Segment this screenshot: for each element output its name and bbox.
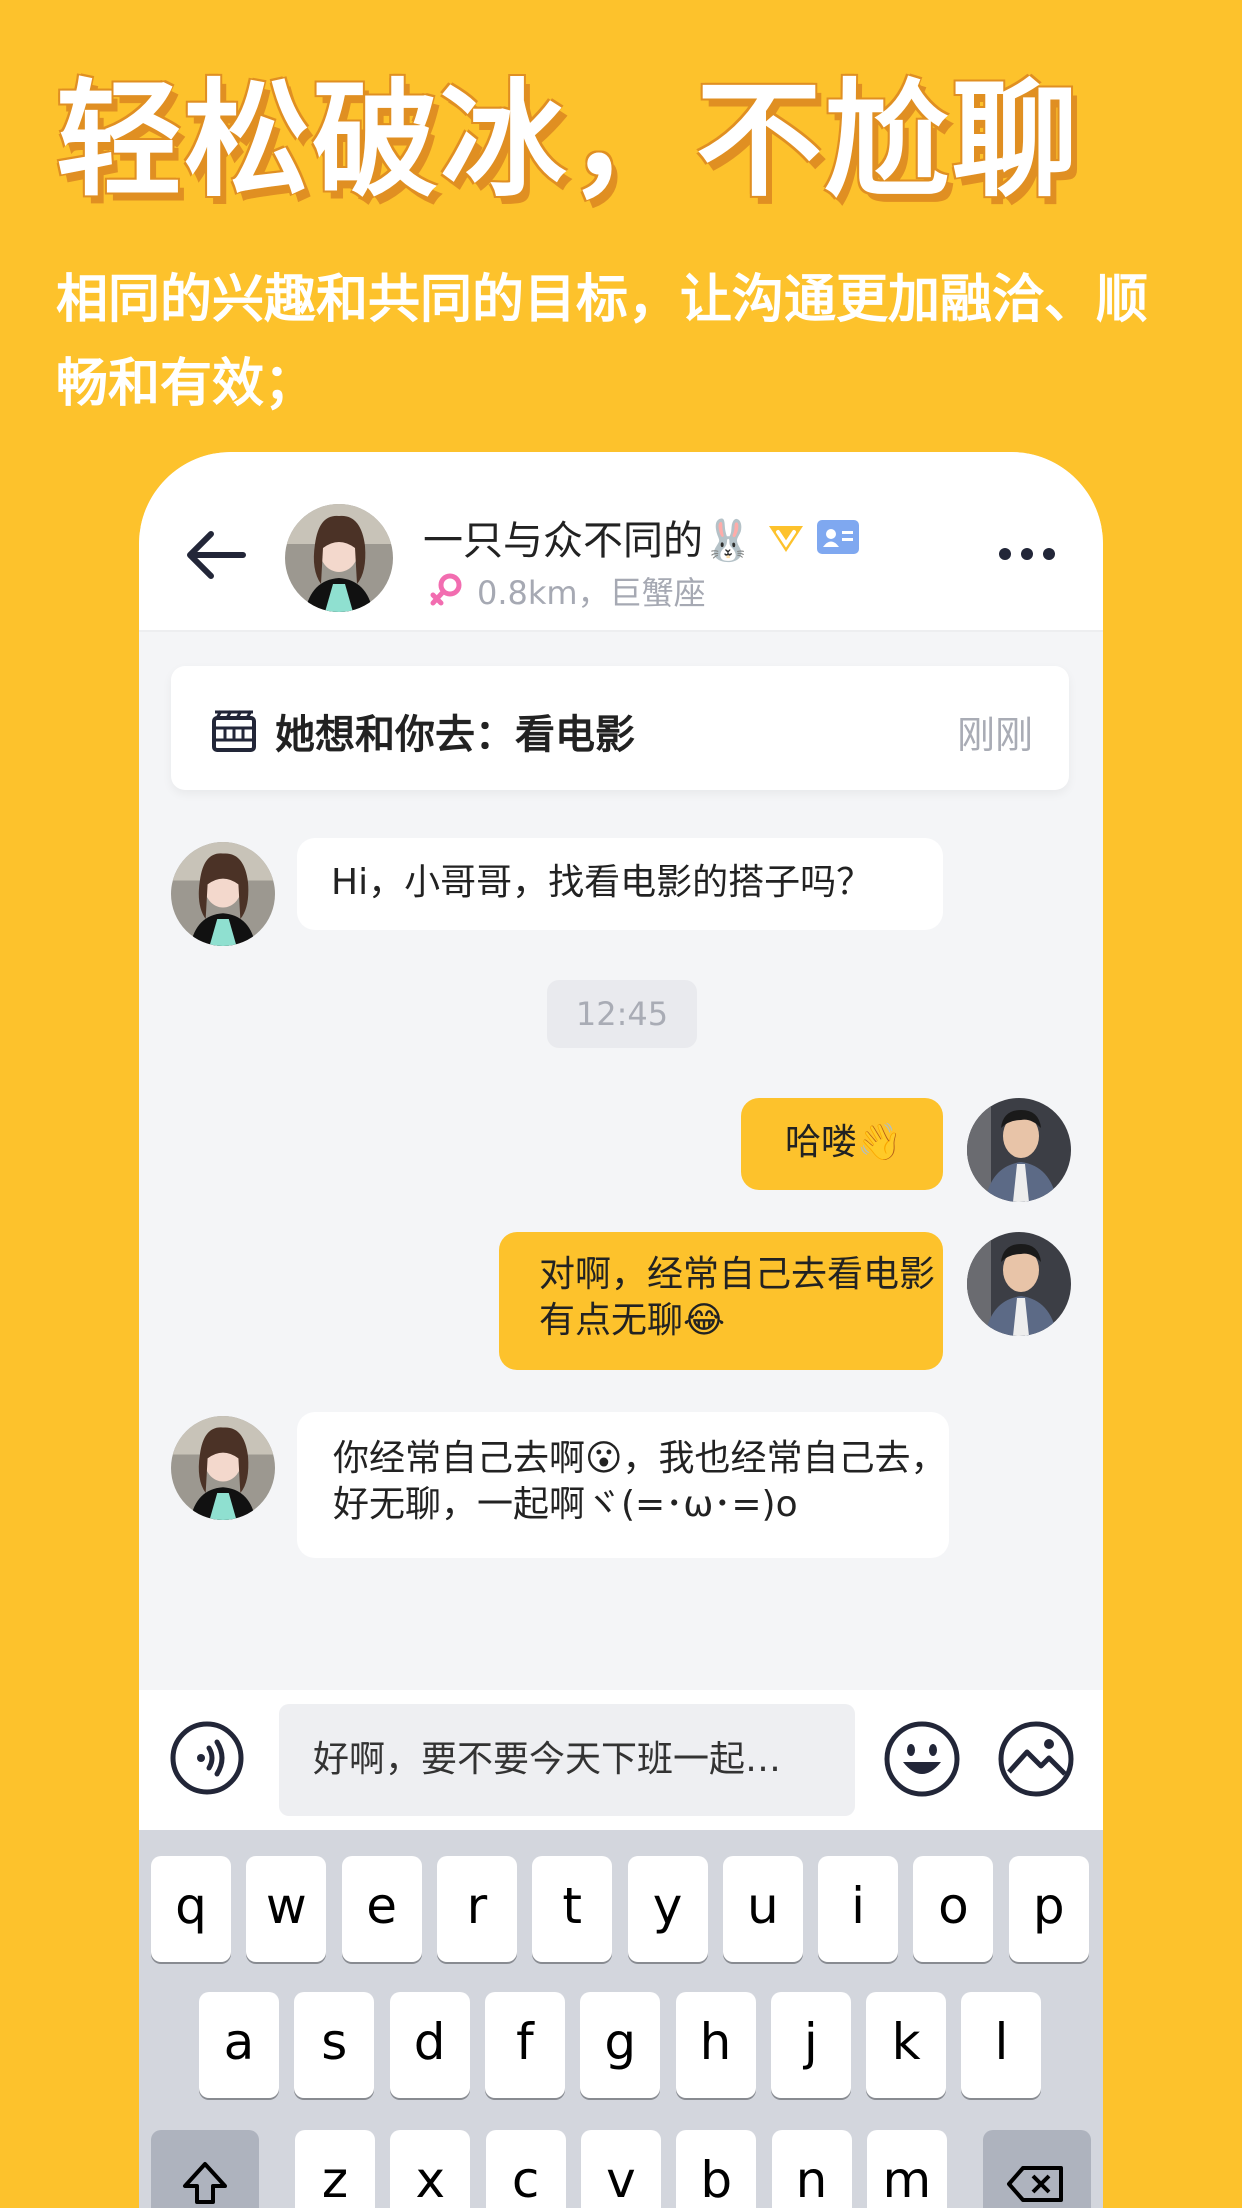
key-v[interactable]: v	[580, 2130, 661, 2208]
contact-name: 一只与众不同的🐰	[423, 518, 753, 564]
backspace-key[interactable]	[983, 2130, 1091, 2208]
back-arrow-icon[interactable]	[185, 530, 247, 580]
contact-message-avatar[interactable]	[171, 1416, 275, 1520]
message-text: 哈喽👋	[785, 1122, 902, 1163]
promo-headline: 轻松破冰，不尬聊	[56, 67, 1080, 214]
activity-time: 刚刚	[956, 713, 1033, 757]
key-i[interactable]: i	[818, 1856, 899, 1962]
key-b[interactable]: b	[676, 2130, 757, 2208]
key-k[interactable]: k	[866, 1992, 947, 2098]
key-e[interactable]: e	[341, 1856, 422, 1962]
key-c[interactable]: c	[485, 2130, 566, 2208]
female-icon	[430, 573, 462, 606]
message-text: Hi，小哥哥，找看电影的搭子吗？	[331, 862, 873, 903]
vip-badge-icon	[768, 526, 803, 552]
message-input[interactable]: 好啊，要不要今天下班一起…	[279, 1704, 855, 1816]
promo-subline: 相同的兴趣和共同的目标，让沟通更加融洽、顺畅和有效；	[56, 270, 1149, 414]
key-z[interactable]: z	[295, 2130, 375, 2208]
chat-input-bar: 好啊，要不要今天下班一起…	[139, 1690, 1103, 1830]
activity-text: 她想和你去：看电影	[275, 712, 635, 758]
key-m[interactable]: m	[866, 2130, 947, 2208]
chat-header: 一只与众不同的🐰 0.8km，巨蟹座	[139, 452, 1103, 632]
key-y[interactable]: y	[627, 1856, 708, 1962]
id-verified-icon	[816, 520, 859, 554]
contact-avatar[interactable]	[285, 504, 393, 612]
on-screen-keyboard: qwertyuiop asdfghjkl zxcvbnm	[139, 1830, 1103, 2208]
activity-card[interactable]: 她想和你去：看电影 刚刚	[171, 666, 1069, 790]
voice-input-icon[interactable]	[169, 1720, 245, 1796]
contact-name-row: 一只与众不同的🐰	[423, 508, 859, 566]
user-message-avatar[interactable]	[967, 1232, 1071, 1336]
key-f[interactable]: f	[484, 1992, 565, 2098]
key-o[interactable]: o	[913, 1856, 994, 1962]
distance-sign-text: 0.8km，巨蟹座	[477, 574, 706, 612]
key-x[interactable]: x	[390, 2130, 471, 2208]
key-w[interactable]: w	[246, 1856, 327, 1962]
key-l[interactable]: l	[961, 1992, 1042, 2098]
key-r[interactable]: r	[436, 1856, 517, 1962]
phone-screen: 一只与众不同的🐰 0.8km，巨蟹座 她想和你去：看电影 刚刚 Hi，小哥哥，找…	[139, 452, 1103, 2208]
key-p[interactable]: p	[1008, 1856, 1089, 1962]
key-u[interactable]: u	[722, 1856, 803, 1962]
key-s[interactable]: s	[294, 1992, 375, 2098]
message-text: 你经常自己去啊😮，我也经常自己去，好无聊，一起啊ヾ(=･ω･=)o	[333, 1438, 947, 1525]
film-icon	[212, 710, 256, 752]
key-t[interactable]: t	[532, 1856, 613, 1962]
key-q[interactable]: q	[151, 1856, 231, 1962]
message-bubble-incoming[interactable]: Hi，小哥哥，找看电影的搭子吗？	[297, 838, 943, 930]
emoji-icon[interactable]	[883, 1720, 961, 1798]
contact-message-avatar[interactable]	[171, 842, 275, 946]
key-j[interactable]: j	[770, 1992, 851, 2098]
more-options-icon[interactable]	[999, 548, 1055, 564]
message-bubble-incoming[interactable]: 你经常自己去啊😮，我也经常自己去，好无聊，一起啊ヾ(=･ω･=)o	[297, 1412, 949, 1558]
key-d[interactable]: d	[389, 1992, 470, 2098]
image-picker-icon[interactable]	[997, 1720, 1075, 1798]
message-bubble-outgoing[interactable]: 哈喽👋	[741, 1098, 943, 1190]
key-a[interactable]: a	[199, 1992, 279, 2098]
key-h[interactable]: h	[675, 1992, 756, 2098]
message-text: 对啊，经常自己去看电影有点无聊😂	[539, 1254, 936, 1341]
key-g[interactable]: g	[580, 1992, 661, 2098]
message-bubble-outgoing[interactable]: 对啊，经常自己去看电影有点无聊😂	[499, 1232, 943, 1370]
message-timestamp: 12:45	[547, 980, 697, 1048]
shift-key[interactable]	[151, 2130, 259, 2208]
user-message-avatar[interactable]	[967, 1098, 1071, 1202]
contact-meta: 0.8km，巨蟹座	[429, 568, 706, 614]
key-n[interactable]: n	[771, 2130, 852, 2208]
